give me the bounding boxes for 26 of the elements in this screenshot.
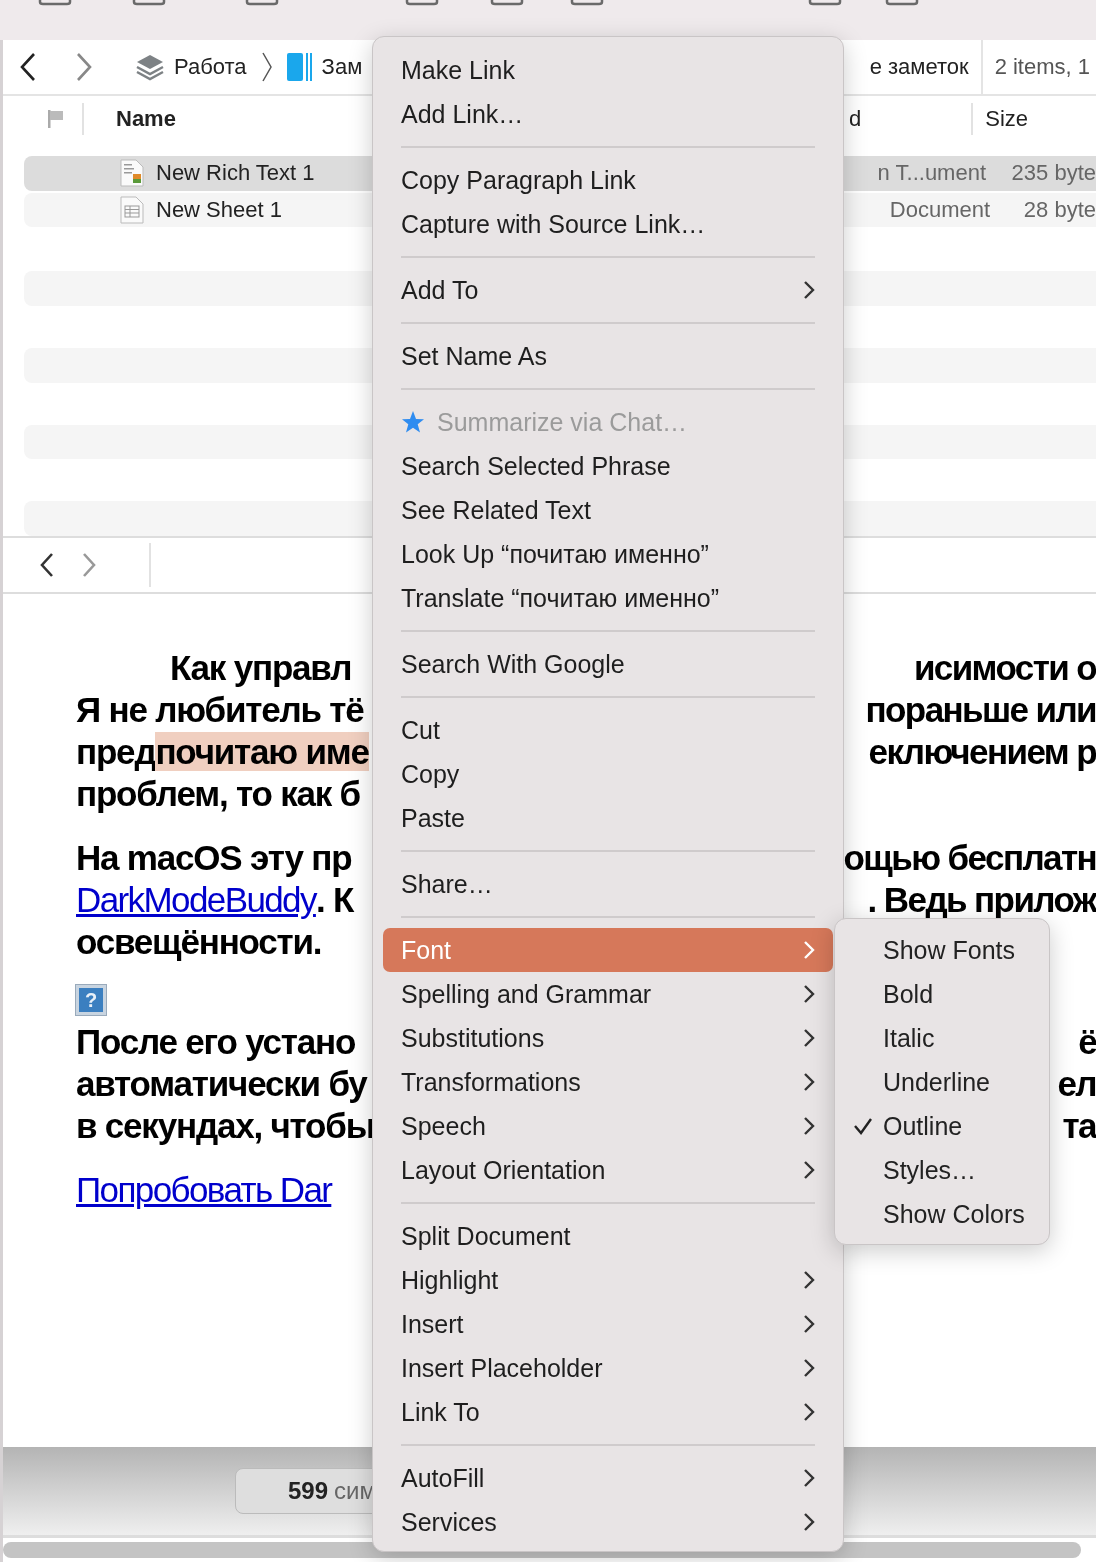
file-name: New Sheet 1 — [156, 197, 282, 223]
text-run: ел — [1057, 1063, 1096, 1105]
text-run: Я не любитель тё — [76, 690, 364, 729]
text-run: та — [1062, 1105, 1096, 1147]
text-run: автоматически бу — [76, 1064, 367, 1103]
highlighted-text: почитаю име — [155, 732, 369, 771]
text-run: проблем, то как б — [76, 774, 360, 813]
text-run: Как управл — [170, 648, 352, 687]
text-run: пред — [76, 732, 156, 771]
file-name: New Rich Text 1 — [156, 160, 315, 187]
item-count: 2 items, 1 — [993, 54, 1090, 80]
text-run: ощью бесплатн — [843, 837, 1096, 879]
text-run: . Ведь прилож — [867, 879, 1096, 921]
text-run: На macOS эту пр — [76, 838, 352, 877]
text-run: в секундах, чтобы — [76, 1106, 375, 1145]
text-run: исимости о — [913, 647, 1096, 689]
text-run: освещённости. — [76, 922, 322, 961]
missing-image-icon: ? — [76, 985, 106, 1015]
text-run: еключением р — [868, 731, 1096, 773]
text-run: После его устано — [76, 1022, 356, 1061]
file-kind: Document — [889, 197, 992, 223]
file-size: 28 byte — [1023, 197, 1096, 223]
text-run: пораньше или — [865, 689, 1096, 731]
text-run: ё — [1078, 1021, 1096, 1063]
file-size: 235 byte — [1011, 160, 1096, 187]
file-kind: n T...ument — [877, 160, 988, 187]
